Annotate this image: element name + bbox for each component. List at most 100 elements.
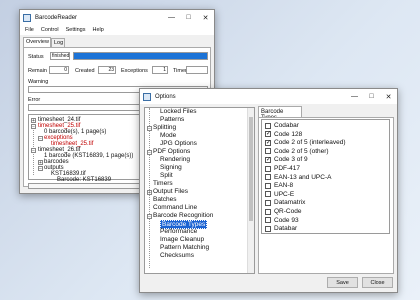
menu-bar: File Control Settings Help	[20, 25, 214, 35]
collapse-toggle[interactable]: −	[147, 150, 152, 156]
options-close-button[interactable]: ✕	[380, 89, 397, 104]
minimize-button[interactable]: —	[163, 10, 180, 25]
barcode-type-item[interactable]: Databar	[265, 225, 297, 232]
barcode-type-label: Databar	[274, 225, 298, 233]
nav-item-split[interactable]: Split	[160, 172, 173, 179]
barcode-type-checkbox[interactable]	[265, 148, 271, 155]
nav-item-barcode-recognition[interactable]: Barcode Recognition	[153, 212, 213, 219]
barcode-type-label: Datamatrix	[274, 199, 306, 207]
barcode-type-checkbox[interactable]	[265, 165, 271, 172]
barcode-type-label: EAN-13 and UPC-A	[274, 173, 332, 181]
barcode-type-item[interactable]: Code 2 of 5 (other)	[265, 148, 329, 155]
barcode-type-checkbox[interactable]	[265, 182, 271, 189]
options-minimize-button[interactable]: —	[346, 89, 363, 104]
barcode-type-item[interactable]: Datamatrix	[265, 199, 305, 206]
barcode-type-checkbox[interactable]	[265, 217, 271, 224]
close-button[interactable]: ✕	[197, 10, 214, 25]
barcode-types-list[interactable]: CodabarCode 128Code 2 of 5 (interleaved)…	[261, 119, 390, 234]
status-value: finished	[52, 53, 70, 59]
save-button-label: Save	[336, 279, 349, 286]
expand-toggle[interactable]: +	[38, 160, 43, 166]
nav-item-command-line[interactable]: Command Line	[153, 204, 197, 211]
barcode-type-checkbox[interactable]	[265, 139, 271, 147]
barcode-type-checkbox[interactable]	[265, 208, 271, 215]
error-label: Error	[28, 97, 41, 103]
status-label: Status	[28, 54, 44, 60]
nav-scrollbar-thumb[interactable]	[249, 117, 253, 221]
barcode-type-item[interactable]: Codabar	[265, 122, 299, 129]
remain-value: 0	[64, 67, 67, 73]
remain-label: Remain	[28, 68, 47, 74]
menu-control[interactable]: Control	[41, 27, 59, 33]
options-window: Options — □ ✕ Locked Files Patterns − Sp…	[139, 88, 398, 293]
barcode-type-item[interactable]: UPC-E	[265, 191, 294, 198]
status-progress-fill	[74, 53, 207, 59]
options-title-bar[interactable]: Options — □ ✕	[140, 89, 397, 104]
barcode-type-label: UPC-E	[274, 190, 295, 198]
collapse-toggle[interactable]: −	[31, 148, 36, 154]
nav-item-locked-files[interactable]: Locked Files	[160, 108, 197, 115]
menu-settings[interactable]: Settings	[66, 27, 86, 33]
nav-item-checksums[interactable]: Checksums	[160, 252, 194, 259]
barcode-type-checkbox[interactable]	[265, 156, 271, 164]
barcode-type-label: EAN-8	[274, 182, 294, 190]
status-value-field: finished	[50, 52, 70, 60]
barcode-type-checkbox[interactable]	[265, 174, 271, 181]
menu-file[interactable]: File	[25, 27, 34, 33]
barcode-type-item[interactable]: EAN-13 and UPC-A	[265, 174, 331, 181]
nav-item-jpg-options[interactable]: JPG Options	[160, 140, 197, 147]
timer-field	[186, 66, 208, 74]
options-maximize-button[interactable]: □	[363, 89, 380, 104]
barcode-type-item[interactable]: Code 3 of 9	[265, 156, 308, 164]
collapse-toggle[interactable]: −	[147, 126, 152, 132]
tab-barcode-types[interactable]: Barcode Types	[258, 106, 302, 121]
barcode-type-checkbox[interactable]	[265, 130, 271, 138]
exceptions-value: 1	[163, 67, 166, 73]
expand-toggle[interactable]: +	[147, 190, 152, 196]
barcode-type-label: Codabar	[274, 122, 299, 129]
tab-overview[interactable]: Overview	[23, 37, 51, 47]
barcode-type-item[interactable]: Code 128	[265, 130, 303, 138]
barcode-type-item[interactable]: Code 2 of 5 (interleaved)	[265, 139, 346, 147]
nav-item-image-cleanup[interactable]: Image Cleanup	[160, 236, 204, 243]
nav-item-patterns[interactable]: Patterns	[160, 116, 184, 123]
timer-label: Timer	[173, 68, 187, 74]
nav-item-splitting[interactable]: Splitting	[153, 124, 176, 131]
barcode-type-item[interactable]: QR-Code	[265, 208, 301, 215]
barcode-type-item[interactable]: PDF-417	[265, 165, 300, 172]
barcode-type-label: Code 128	[274, 130, 303, 138]
barcode-type-checkbox[interactable]	[265, 191, 271, 198]
status-progress-bar	[73, 52, 208, 60]
expand-toggle[interactable]: +	[31, 118, 36, 124]
nav-item-signing[interactable]: Signing	[160, 164, 182, 171]
save-button[interactable]: Save	[327, 277, 358, 288]
collapse-toggle[interactable]: −	[38, 166, 43, 172]
options-nav-tree[interactable]: Locked Files Patterns − Splitting Mode J…	[144, 107, 255, 274]
options-window-title: Options	[155, 93, 176, 100]
menu-help[interactable]: Help	[92, 27, 103, 33]
barcode-type-checkbox[interactable]	[265, 122, 271, 129]
tab-log[interactable]: Log	[51, 38, 65, 47]
collapse-toggle[interactable]: −	[31, 124, 36, 130]
nav-item-batches[interactable]: Batches	[153, 196, 177, 203]
barcode-type-item[interactable]: Code 93	[265, 217, 299, 224]
nav-item-rendering[interactable]: Rendering	[160, 156, 190, 163]
nav-item-performance[interactable]: Performance	[160, 228, 197, 235]
barcode-type-item[interactable]: EAN-8	[265, 182, 293, 189]
nav-item-timers[interactable]: Timers	[153, 180, 173, 187]
main-title-bar[interactable]: BarcodeReader — □ ✕	[20, 10, 214, 25]
collapse-toggle[interactable]: −	[38, 136, 43, 142]
collapse-toggle[interactable]: −	[147, 214, 152, 220]
barcode-type-label: Code 3 of 9	[274, 156, 308, 164]
barcode-type-checkbox[interactable]	[265, 199, 271, 206]
barcode-type-label: Code 93	[274, 216, 299, 224]
maximize-button[interactable]: □	[180, 10, 197, 25]
nav-item-pdf-options[interactable]: PDF Options	[153, 148, 190, 155]
nav-scrollbar[interactable]	[247, 108, 254, 273]
nav-item-pattern-matching[interactable]: Pattern Matching	[160, 244, 209, 251]
main-window-title: BarcodeReader	[35, 14, 78, 21]
nav-item-output-files[interactable]: Output Files	[153, 188, 188, 195]
close-options-button[interactable]: Close	[362, 277, 393, 288]
barcode-type-checkbox[interactable]	[265, 225, 271, 232]
nav-item-mode[interactable]: Mode	[160, 132, 176, 139]
